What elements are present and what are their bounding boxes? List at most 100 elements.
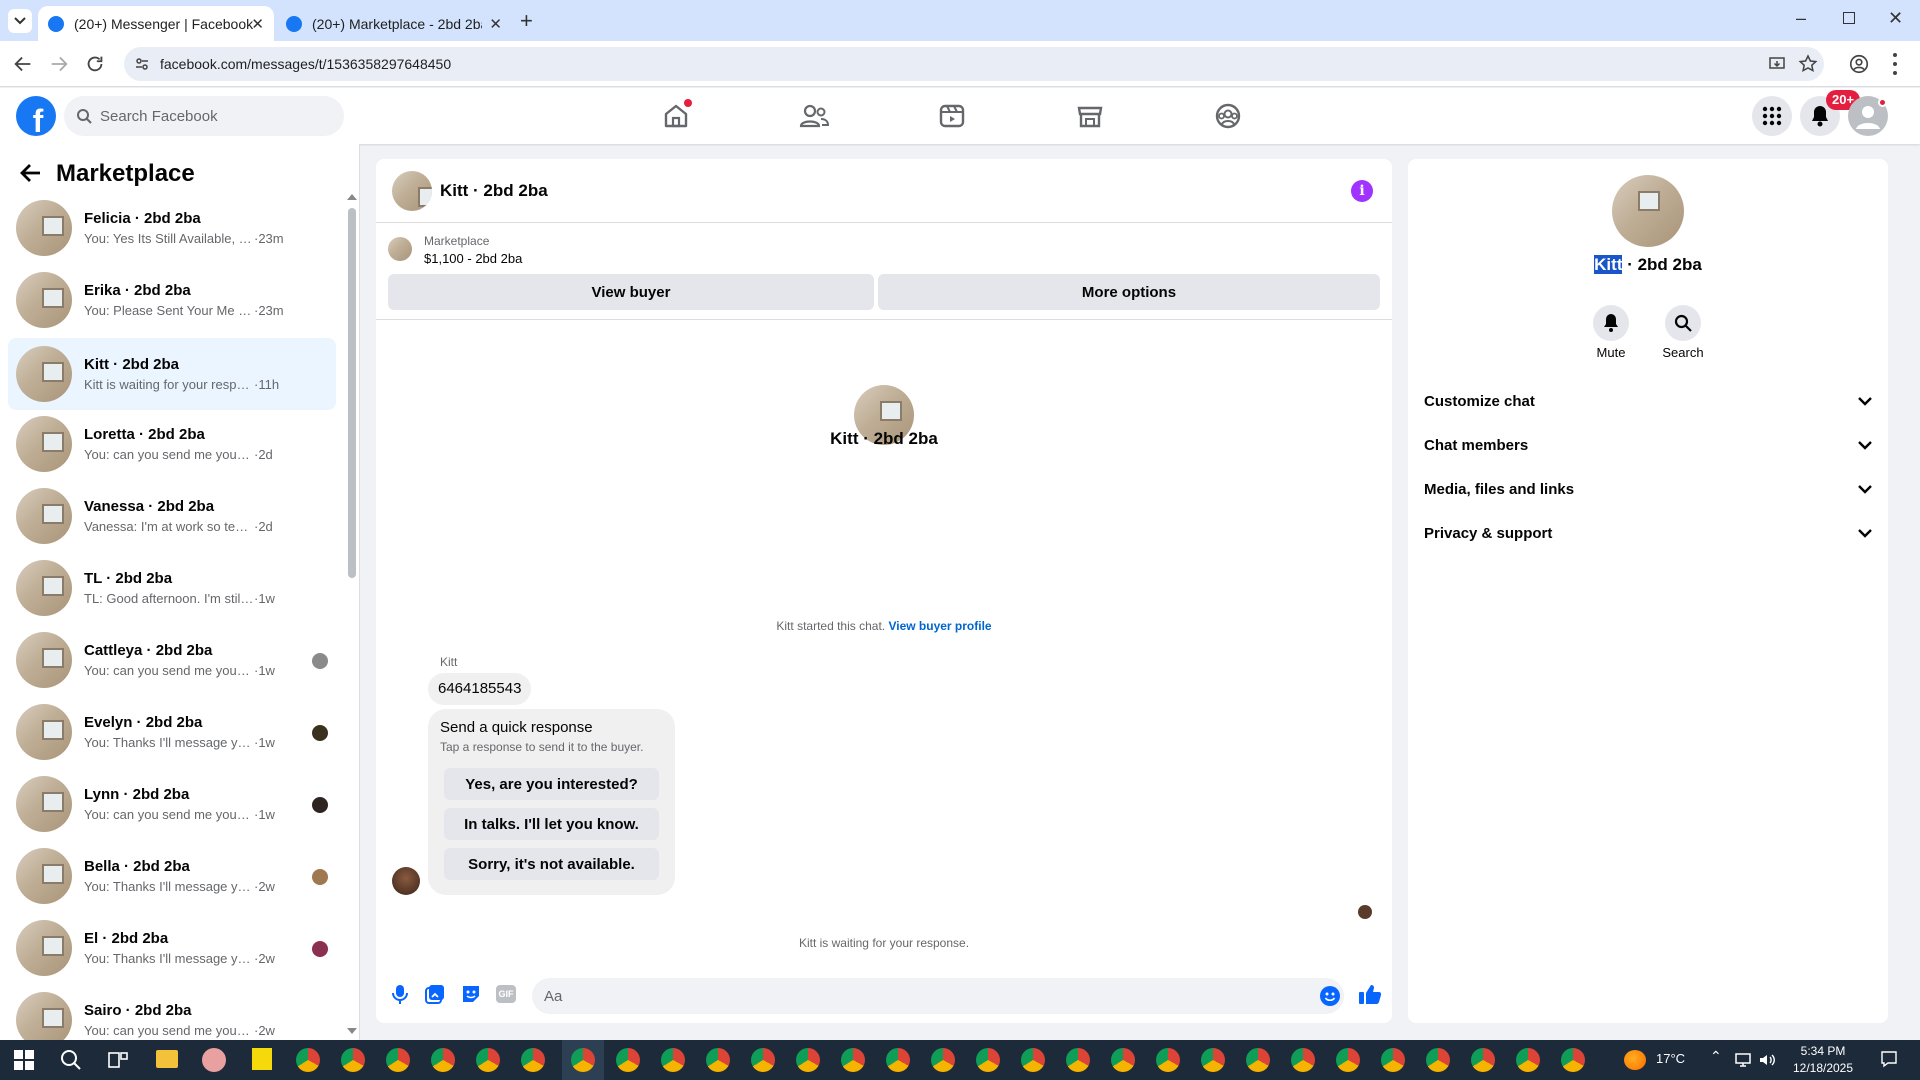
chrome-icon[interactable] — [1021, 1048, 1045, 1072]
chrome-icon[interactable] — [1561, 1048, 1585, 1072]
privacy-support-section[interactable]: Privacy & support — [1424, 511, 1872, 555]
list-item[interactable]: Lynn · 2bd 2ba You: can you send me your … — [8, 770, 336, 838]
taskbar-search-icon[interactable] — [60, 1049, 82, 1071]
chrome-icon[interactable] — [1066, 1048, 1090, 1072]
weather-icon[interactable] — [1624, 1050, 1646, 1070]
close-window-button[interactable]: ✕ — [1888, 8, 1903, 29]
forward-arrow-icon[interactable] — [48, 53, 70, 75]
list-item[interactable]: Erika · 2bd 2ba You: Please Sent Your Me … — [8, 266, 336, 334]
chrome-icon[interactable] — [931, 1048, 955, 1072]
restore-button[interactable] — [1843, 12, 1855, 24]
groups-icon[interactable] — [1212, 100, 1244, 132]
url-field[interactable]: facebook.com/messages/t/1536358297648450 — [124, 47, 1824, 81]
install-app-icon[interactable] — [1768, 55, 1786, 73]
tab-search-button[interactable] — [8, 9, 32, 33]
chrome-icon[interactable] — [661, 1048, 685, 1072]
media-files-links-section[interactable]: Media, files and links — [1424, 467, 1872, 511]
view-buyer-button[interactable]: View buyer — [388, 274, 874, 310]
tab-marketplace[interactable]: (20+) Marketplace - 2bd 2ba | F ✕ — [276, 6, 512, 41]
video-icon[interactable] — [936, 100, 968, 132]
list-item[interactable]: Evelyn · 2bd 2ba You: Thanks I'll message… — [8, 698, 336, 766]
more-options-button[interactable]: More options — [878, 274, 1380, 310]
chrome-icon[interactable] — [976, 1048, 1000, 1072]
quick-response-in-talks-button[interactable]: In talks. I'll let you know. — [444, 808, 659, 840]
profile-icon[interactable] — [1848, 53, 1870, 75]
message-input[interactable]: Aa — [532, 978, 1344, 1014]
list-item[interactable]: Sairo · 2bd 2ba You: can you send me your… — [8, 986, 336, 1040]
minimize-button[interactable]: – — [1796, 8, 1806, 29]
chrome-icon[interactable] — [1111, 1048, 1135, 1072]
chrome-icon[interactable] — [796, 1048, 820, 1072]
listing-price[interactable]: $1,100 - 2bd 2ba — [424, 251, 522, 266]
search-button[interactable] — [1665, 305, 1701, 341]
app-icon[interactable] — [202, 1048, 226, 1072]
listing-thumbnail[interactable] — [388, 237, 412, 261]
chrome-icon[interactable] — [431, 1048, 455, 1072]
buyer-avatar-large[interactable] — [1612, 175, 1684, 247]
search-input[interactable]: Search Facebook — [64, 96, 344, 136]
list-item[interactable]: Felicia · 2bd 2ba You: Yes Its Still Avai… — [8, 194, 336, 262]
site-info-icon[interactable] — [134, 56, 150, 72]
windows-start-icon[interactable] — [14, 1050, 34, 1070]
network-icon[interactable] — [1734, 1051, 1752, 1069]
weather-temp[interactable]: 17°C — [1656, 1051, 1685, 1066]
chrome-icon[interactable] — [751, 1048, 775, 1072]
chrome-icon[interactable] — [1516, 1048, 1540, 1072]
notification-center-icon[interactable] — [1880, 1050, 1898, 1068]
chrome-icon[interactable] — [1291, 1048, 1315, 1072]
facebook-logo-icon[interactable]: f — [16, 96, 56, 136]
sticker-icon[interactable] — [460, 983, 482, 1005]
chrome-icon[interactable] — [706, 1048, 730, 1072]
chrome-icon[interactable] — [616, 1048, 640, 1072]
menu-button[interactable] — [1752, 96, 1792, 136]
clock-date[interactable]: 12/18/2025 — [1788, 1061, 1858, 1075]
list-item-selected[interactable]: Kitt · 2bd 2ba Kitt is waiting for your r… — [8, 338, 336, 410]
back-arrow-icon[interactable] — [20, 162, 42, 184]
chrome-icon[interactable] — [886, 1048, 910, 1072]
browser-menu-icon[interactable] — [1892, 53, 1898, 75]
close-icon[interactable]: ✕ — [489, 15, 502, 33]
list-item[interactable]: Loretta · 2bd 2ba You: can you send me yo… — [8, 410, 336, 478]
chrome-icon[interactable] — [341, 1048, 365, 1072]
bookmark-star-icon[interactable] — [1798, 54, 1818, 74]
chrome-icon[interactable] — [521, 1048, 545, 1072]
quick-response-yes-button[interactable]: Yes, are you interested? — [444, 768, 659, 800]
chevron-up-icon[interactable]: ⌃ — [1710, 1048, 1722, 1065]
chrome-icon[interactable] — [386, 1048, 410, 1072]
chrome-icon[interactable] — [571, 1048, 595, 1072]
list-item[interactable]: Vanessa · 2bd 2ba Vanessa: I'm at work so… — [8, 482, 336, 550]
sticky-notes-icon[interactable] — [252, 1048, 272, 1070]
marketplace-icon[interactable] — [1074, 100, 1106, 132]
photo-icon[interactable] — [424, 983, 446, 1005]
chrome-icon[interactable] — [476, 1048, 500, 1072]
quick-response-not-available-button[interactable]: Sorry, it's not available. — [444, 848, 659, 880]
chrome-icon[interactable] — [1381, 1048, 1405, 1072]
buyer-avatar-small[interactable] — [392, 867, 420, 895]
scrollbar[interactable] — [348, 208, 356, 578]
back-arrow-icon[interactable] — [12, 53, 34, 75]
chrome-icon[interactable] — [296, 1048, 320, 1072]
chrome-icon[interactable] — [1336, 1048, 1360, 1072]
scroll-up-arrow[interactable] — [347, 194, 357, 200]
close-icon[interactable]: ✕ — [251, 15, 264, 33]
speaker-icon[interactable] — [1758, 1051, 1776, 1069]
view-buyer-profile-link[interactable]: View buyer profile — [888, 619, 991, 633]
clock-time[interactable]: 5:34 PM — [1788, 1044, 1858, 1058]
chrome-icon[interactable] — [841, 1048, 865, 1072]
chrome-icon[interactable] — [1426, 1048, 1450, 1072]
customize-chat-section[interactable]: Customize chat — [1424, 379, 1872, 423]
emoji-icon[interactable] — [1320, 986, 1340, 1006]
file-explorer-icon[interactable] — [156, 1050, 178, 1068]
scroll-down-arrow[interactable] — [347, 1028, 357, 1034]
reload-icon[interactable] — [84, 53, 106, 75]
chrome-icon[interactable] — [1471, 1048, 1495, 1072]
chat-avatar[interactable] — [392, 171, 432, 211]
chat-title[interactable]: Kitt · 2bd 2ba — [440, 181, 548, 201]
message-bubble[interactable]: 6464185543 — [428, 673, 532, 705]
chrome-icon[interactable] — [1156, 1048, 1180, 1072]
chat-members-section[interactable]: Chat members — [1424, 423, 1872, 467]
friends-icon[interactable] — [798, 100, 830, 132]
chrome-icon[interactable] — [1201, 1048, 1225, 1072]
thumbs-up-icon[interactable] — [1358, 983, 1382, 1005]
mute-button[interactable] — [1593, 305, 1629, 341]
